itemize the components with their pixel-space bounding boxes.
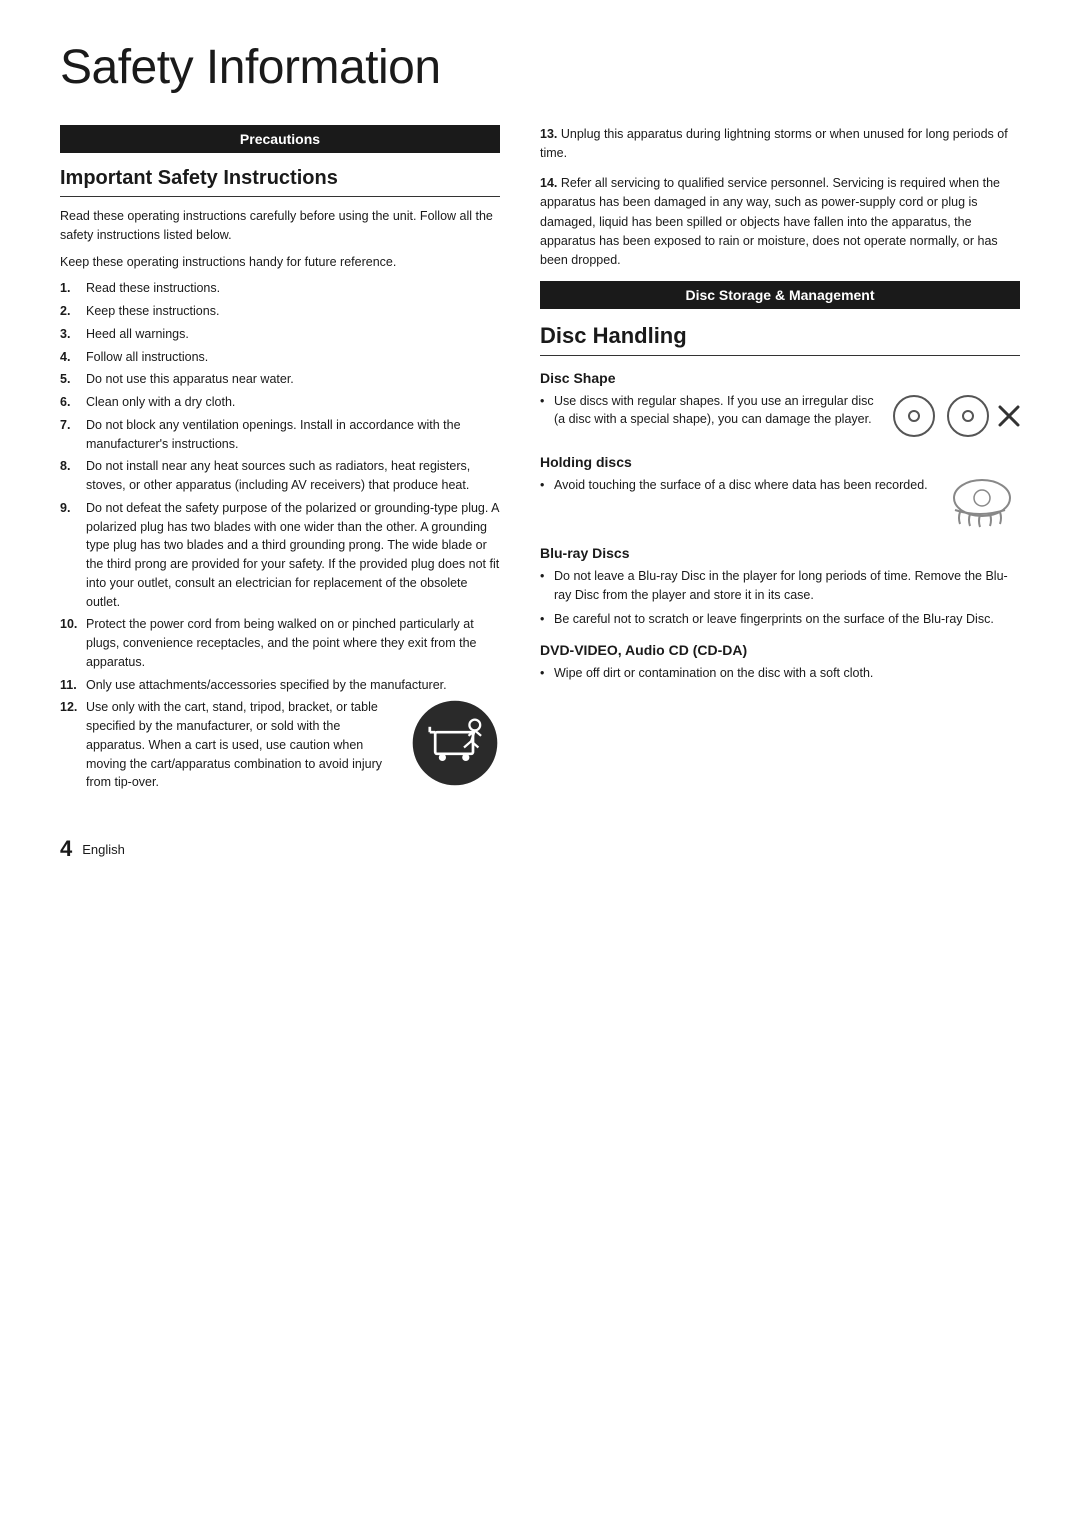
cart-warning-icon — [410, 698, 500, 788]
disc-handling-title: Disc Handling — [540, 323, 1020, 356]
item-num: 12. — [60, 698, 82, 792]
item-num: 1. — [60, 279, 82, 298]
blu-ray-title: Blu-ray Discs — [540, 545, 1020, 561]
item-text: Read these instructions. — [86, 279, 220, 298]
irregular-disc-icon — [944, 392, 992, 440]
item-text: Do not install near any heat sources suc… — [86, 457, 500, 495]
holding-disc-icon — [940, 476, 1020, 531]
page-title: Safety Information — [60, 40, 1020, 95]
holding-discs-row: Avoid touching the surface of a disc whe… — [540, 476, 1020, 531]
x-mark-icon — [998, 405, 1020, 427]
disc-shape-list: Use discs with regular shapes. If you us… — [540, 392, 880, 435]
list-item: 7.Do not block any ventilation openings.… — [60, 416, 500, 454]
item-13-text: 13. Unplug this apparatus during lightni… — [540, 125, 1020, 164]
item-text: Only use attachments/accessories specifi… — [86, 676, 447, 695]
holding-discs-title: Holding discs — [540, 454, 1020, 470]
item-12-text: Use only with the cart, stand, tripod, b… — [86, 698, 400, 792]
cart-icon-container — [410, 698, 500, 788]
item-num: 9. — [60, 499, 82, 612]
item-num: 11. — [60, 676, 82, 695]
list-item-12: 12. Use only with the cart, stand, tripo… — [60, 698, 500, 792]
list-item: Be careful not to scratch or leave finge… — [540, 610, 1020, 629]
list-item: Avoid touching the surface of a disc whe… — [540, 476, 930, 495]
list-item: 1.Read these instructions. — [60, 279, 500, 298]
blu-ray-list: Do not leave a Blu-ray Disc in the playe… — [540, 567, 1020, 628]
disc-shape-row: Use discs with regular shapes. If you us… — [540, 392, 1020, 441]
list-item: 2.Keep these instructions. — [60, 302, 500, 321]
item-text: Clean only with a dry cloth. — [86, 393, 235, 412]
item-num: 8. — [60, 457, 82, 495]
main-content: Precautions Important Safety Instruction… — [60, 125, 1020, 796]
left-column: Precautions Important Safety Instruction… — [60, 125, 500, 796]
item-text: Heed all warnings. — [86, 325, 189, 344]
safety-instructions-list: 1.Read these instructions. 2.Keep these … — [60, 279, 500, 792]
item-14-num: 14. — [540, 176, 557, 190]
holding-discs-list: Avoid touching the surface of a disc whe… — [540, 476, 930, 500]
list-item: 6.Clean only with a dry cloth. — [60, 393, 500, 412]
item-12-container: Use only with the cart, stand, tripod, b… — [86, 698, 500, 792]
list-item: 11.Only use attachments/accessories spec… — [60, 676, 500, 695]
item-text: Follow all instructions. — [86, 348, 208, 367]
item-num: 2. — [60, 302, 82, 321]
disc-storage-header: Disc Storage & Management — [540, 281, 1020, 309]
disc-shape-title: Disc Shape — [540, 370, 1020, 386]
item-num: 6. — [60, 393, 82, 412]
item-text: Do not block any ventilation openings. I… — [86, 416, 500, 454]
dvd-list: Wipe off dirt or contamination on the di… — [540, 664, 1020, 683]
item-num: 7. — [60, 416, 82, 454]
holding-disc-icon-container — [940, 476, 1020, 531]
page-number: 4 — [60, 836, 72, 862]
list-item: 4.Follow all instructions. — [60, 348, 500, 367]
precautions-header: Precautions — [60, 125, 500, 153]
item-text: Do not defeat the safety purpose of the … — [86, 499, 500, 612]
intro-text-2: Keep these operating instructions handy … — [60, 253, 500, 272]
list-item: 3.Heed all warnings. — [60, 325, 500, 344]
item-num: 5. — [60, 370, 82, 389]
item-num: 4. — [60, 348, 82, 367]
list-item: Do not leave a Blu-ray Disc in the playe… — [540, 567, 1020, 605]
item-text: Protect the power cord from being walked… — [86, 615, 500, 671]
item-text: Do not use this apparatus near water. — [86, 370, 294, 389]
item-num: 3. — [60, 325, 82, 344]
list-item: Wipe off dirt or contamination on the di… — [540, 664, 1020, 683]
regular-disc-icon — [890, 392, 938, 440]
list-item: 10.Protect the power cord from being wal… — [60, 615, 500, 671]
right-column: 13. Unplug this apparatus during lightni… — [540, 125, 1020, 689]
disc-icons — [890, 392, 1020, 440]
list-item: 8.Do not install near any heat sources s… — [60, 457, 500, 495]
item-14-text: 14. Refer all servicing to qualified ser… — [540, 174, 1020, 271]
page-footer: 4 English — [60, 836, 1020, 862]
list-item: Use discs with regular shapes. If you us… — [540, 392, 880, 430]
item-num: 10. — [60, 615, 82, 671]
dvd-title: DVD-VIDEO, Audio CD (CD-DA) — [540, 642, 1020, 658]
list-item: 9.Do not defeat the safety purpose of th… — [60, 499, 500, 612]
intro-text-1: Read these operating instructions carefu… — [60, 207, 500, 245]
important-safety-title: Important Safety Instructions — [60, 167, 500, 197]
item-13-num: 13. — [540, 127, 557, 141]
list-item: 5.Do not use this apparatus near water. — [60, 370, 500, 389]
page-language: English — [82, 842, 125, 857]
item-text: Keep these instructions. — [86, 302, 219, 321]
